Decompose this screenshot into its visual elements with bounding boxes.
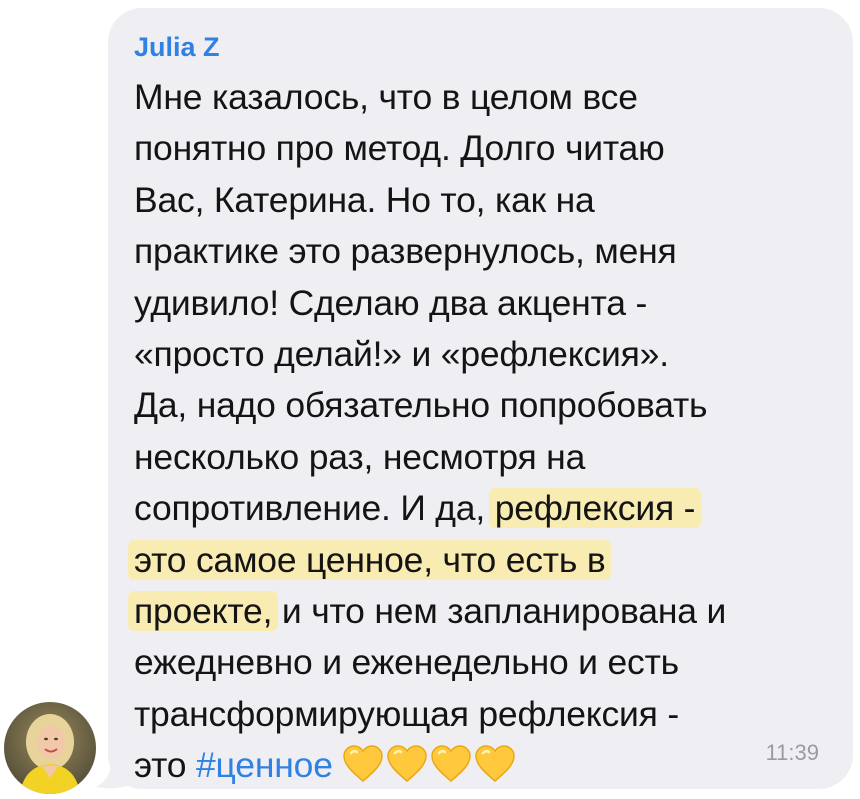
message-line: несколько раз, несмотря на [134,436,586,477]
message-text-segment: и что нем запланирована и [272,590,727,631]
message-line: понятно про метод. Долго читаю [134,128,665,169]
message-text-segment: это [134,745,197,786]
message-line: практике это развернулось, меня [134,231,677,272]
message-line: «просто делай!» и «рефлексия». [134,333,669,374]
message-line: Да, надо обязательно попробовать [134,385,708,426]
sender-name[interactable]: Julia Z [134,32,825,62]
message-timestamp: 11:39 [765,740,819,765]
message-line: Вас, Катерина. Но то, как на [134,179,595,220]
message-line: ежедневно и еженедельно и есть [134,642,679,683]
yellow-heart-icon [430,745,471,783]
highlighted-text: проекте, [128,590,279,631]
yellow-heart-icon [386,745,427,783]
hashtag-link[interactable]: #ценное [196,745,333,785]
message-line: Мне казалось, что в целом все [134,77,638,117]
message-text: Мне казалось, что в целом все понятно пр… [128,72,825,791]
message-bubble[interactable]: Julia Z Мне казалось, что в целом все по… [108,8,853,789]
yellow-heart-icon [342,745,383,783]
message-line: это самое ценное, что есть в [128,535,825,586]
message-text-segment: сопротивление. И да, [134,488,495,529]
highlighted-text: это самое ценное, что есть в [128,539,612,580]
message-line: проекте, и что нем запланирована и [128,586,825,637]
avatar[interactable] [4,702,96,794]
hearts [342,745,515,783]
message-line: это #ценное [134,740,825,791]
message-line: сопротивление. И да, рефлексия - [134,483,825,534]
message-line: удивило! Сделаю два акцента - [134,282,648,323]
yellow-heart-icon [474,745,515,783]
message-line: трансформирующая рефлексия - [134,693,679,734]
highlighted-text: рефлексия - [488,488,702,529]
